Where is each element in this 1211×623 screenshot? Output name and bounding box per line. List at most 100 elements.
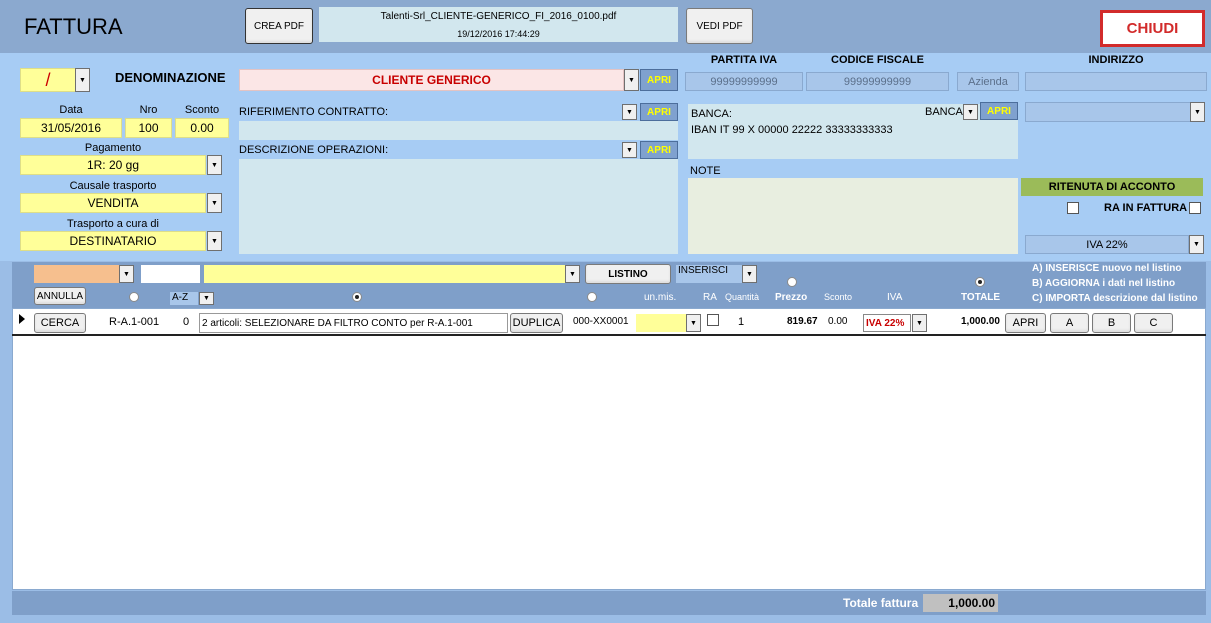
row-sconto: 0.00 — [828, 316, 848, 327]
sconto-field[interactable]: 0.00 — [175, 118, 229, 138]
banca-select[interactable] — [1025, 102, 1191, 122]
filter-radio-1[interactable] — [129, 292, 139, 302]
causale-field[interactable]: VENDITA — [20, 193, 206, 213]
apri-operazioni-button[interactable]: APRI — [640, 141, 678, 159]
trasporto-field[interactable]: DESTINATARIO — [20, 231, 206, 251]
iva-select[interactable]: IVA 22% — [1025, 235, 1189, 254]
desc-operazioni-dropdown-icon[interactable]: ▼ — [622, 142, 637, 158]
duplica-button[interactable]: DUPLICA — [510, 313, 563, 333]
filter-conto-field[interactable] — [34, 265, 119, 283]
ra-in-fattura-label: RA IN FATTURA — [1104, 202, 1188, 214]
filter-radio-3[interactable] — [587, 292, 597, 302]
chiudi-button[interactable]: CHIUDI — [1100, 10, 1205, 47]
filter-radio-4[interactable] — [787, 277, 797, 287]
pdf-filename: Talenti-Srl_CLIENTE-GENERICO_FI_2016_010… — [319, 7, 678, 26]
banca-label: BANCA: — [691, 108, 732, 120]
pagamento-dropdown-icon[interactable]: ▼ — [207, 155, 222, 175]
note-field[interactable] — [688, 178, 1018, 254]
ritenuta-checkbox[interactable] — [1067, 202, 1079, 214]
row-totale: 1,000.00 — [961, 316, 1000, 327]
row-b-button[interactable]: B — [1092, 313, 1131, 333]
causale-label: Causale trasporto — [69, 180, 157, 192]
col-unmis: un.mis. — [644, 292, 677, 303]
row-apri-button[interactable]: APRI — [1005, 313, 1046, 333]
filter-radio-5[interactable] — [975, 277, 985, 287]
vedi-pdf-button[interactable]: VEDI PDF — [686, 8, 753, 44]
filter-conto-dropdown-icon[interactable]: ▼ — [119, 265, 134, 283]
serie-dropdown-icon[interactable]: ▼ — [75, 68, 90, 92]
legend-c: C) IMPORTA descrizione dal listino — [1032, 293, 1198, 304]
apri-contratto-button[interactable]: APRI — [640, 103, 678, 121]
annulla-button[interactable]: ANNULLA — [34, 287, 86, 305]
row-unmis-select[interactable] — [636, 314, 686, 332]
pagamento-field[interactable]: 1R: 20 gg — [20, 155, 206, 175]
apri-banca-button[interactable]: APRI — [980, 102, 1018, 120]
denominazione-field[interactable]: CLIENTE GENERICO — [239, 69, 624, 91]
iva-dropdown-icon[interactable]: ▼ — [1189, 235, 1204, 254]
rif-contratto-field[interactable] — [239, 121, 678, 140]
az-dropdown-icon[interactable]: ▼ — [199, 292, 214, 305]
pagamento-label: Pagamento — [84, 142, 142, 154]
page-title: FATTURA — [24, 14, 123, 39]
serie-select[interactable]: / — [20, 68, 76, 92]
causale-dropdown-icon[interactable]: ▼ — [207, 193, 222, 213]
azienda-field[interactable]: Azienda — [957, 72, 1019, 91]
filter-code-field[interactable] — [141, 265, 200, 283]
partita-iva-field[interactable]: 99999999999 — [685, 72, 803, 91]
trasporto-dropdown-icon[interactable]: ▼ — [207, 231, 222, 251]
ritenuta-label: RITENUTA DI ACCONTO — [1021, 178, 1203, 196]
inserisci-select[interactable]: INSERISCI — [676, 265, 742, 283]
row-a-button[interactable]: A — [1050, 313, 1089, 333]
row-c-button[interactable]: C — [1134, 313, 1173, 333]
crea-pdf-button[interactable]: CREA PDF — [245, 8, 313, 44]
nro-label: Nro — [139, 104, 158, 116]
denominazione-dropdown-icon[interactable]: ▼ — [624, 69, 639, 91]
codice-fiscale-label: CODICE FISCALE — [831, 54, 924, 66]
banca-select-label: BANCA — [925, 106, 963, 118]
indirizzo-label: INDIRIZZO — [1088, 54, 1144, 66]
footer-band — [12, 591, 1206, 615]
ra-in-fattura-checkbox[interactable] — [1189, 202, 1201, 214]
filter-desc-field[interactable] — [204, 265, 565, 283]
inserisci-dropdown-icon[interactable]: ▼ — [742, 265, 757, 283]
col-prezzo: Prezzo — [775, 292, 808, 303]
rif-contratto-dropdown-icon[interactable]: ▼ — [622, 104, 637, 120]
righe-grid — [12, 308, 1206, 590]
row-descrizione[interactable]: 2 articoli: SELEZIONARE DA FILTRO CONTO … — [199, 313, 508, 333]
trasporto-label: Trasporto a cura di — [67, 218, 159, 230]
banca-dropdown-icon[interactable]: ▼ — [963, 104, 978, 120]
row-ra-checkbox[interactable] — [707, 314, 719, 326]
data-label: Data — [59, 104, 83, 116]
desc-operazioni-field[interactable] — [239, 159, 678, 254]
legend-a: A) INSERISCE nuovo nel listino — [1032, 263, 1182, 274]
row-selector-icon[interactable] — [19, 314, 25, 324]
indirizzo-field[interactable] — [1025, 72, 1207, 91]
col-totale: TOTALE — [961, 292, 1001, 303]
row-iva-dropdown-icon[interactable]: ▼ — [912, 314, 927, 332]
apri-cliente-button[interactable]: APRI — [640, 69, 678, 91]
desc-operazioni-label: DESCRIZIONE OPERAZIONI: — [239, 144, 389, 156]
row-iva-select[interactable]: IVA 22% — [863, 314, 911, 332]
filter-radio-2[interactable] — [352, 292, 362, 302]
note-label: NOTE — [690, 165, 721, 177]
data-field[interactable]: 31/05/2016 — [20, 118, 122, 138]
filter-desc-dropdown-icon[interactable]: ▼ — [565, 265, 580, 283]
cerca-button[interactable]: CERCA — [34, 313, 86, 333]
pdf-datetime: 19/12/2016 17:44:29 — [319, 26, 678, 42]
nro-field[interactable]: 100 — [125, 118, 172, 138]
row-conto: 000-XX0001 — [573, 316, 629, 327]
rif-contratto-label: RIFERIMENTO CONTRATTO: — [239, 106, 389, 118]
banca-select-dropdown-icon[interactable]: ▼ — [1190, 102, 1205, 122]
col-quantita: Quantità — [725, 292, 760, 302]
row-unmis-dropdown-icon[interactable]: ▼ — [686, 314, 701, 332]
row-n: 0 — [183, 316, 190, 328]
listino-button[interactable]: LISTINO — [585, 264, 671, 284]
legend-b: B) AGGIORNA i dati nel listino — [1032, 278, 1176, 289]
row-codice: R-A.1-001 — [109, 316, 160, 328]
col-ra: RA — [703, 292, 717, 303]
col-iva: IVA — [887, 292, 903, 303]
sconto-label: Sconto — [184, 104, 220, 116]
denominazione-label: DENOMINAZIONE — [115, 70, 226, 85]
codice-fiscale-field[interactable]: 99999999999 — [806, 72, 949, 91]
az-select[interactable]: A-Z — [170, 292, 198, 305]
